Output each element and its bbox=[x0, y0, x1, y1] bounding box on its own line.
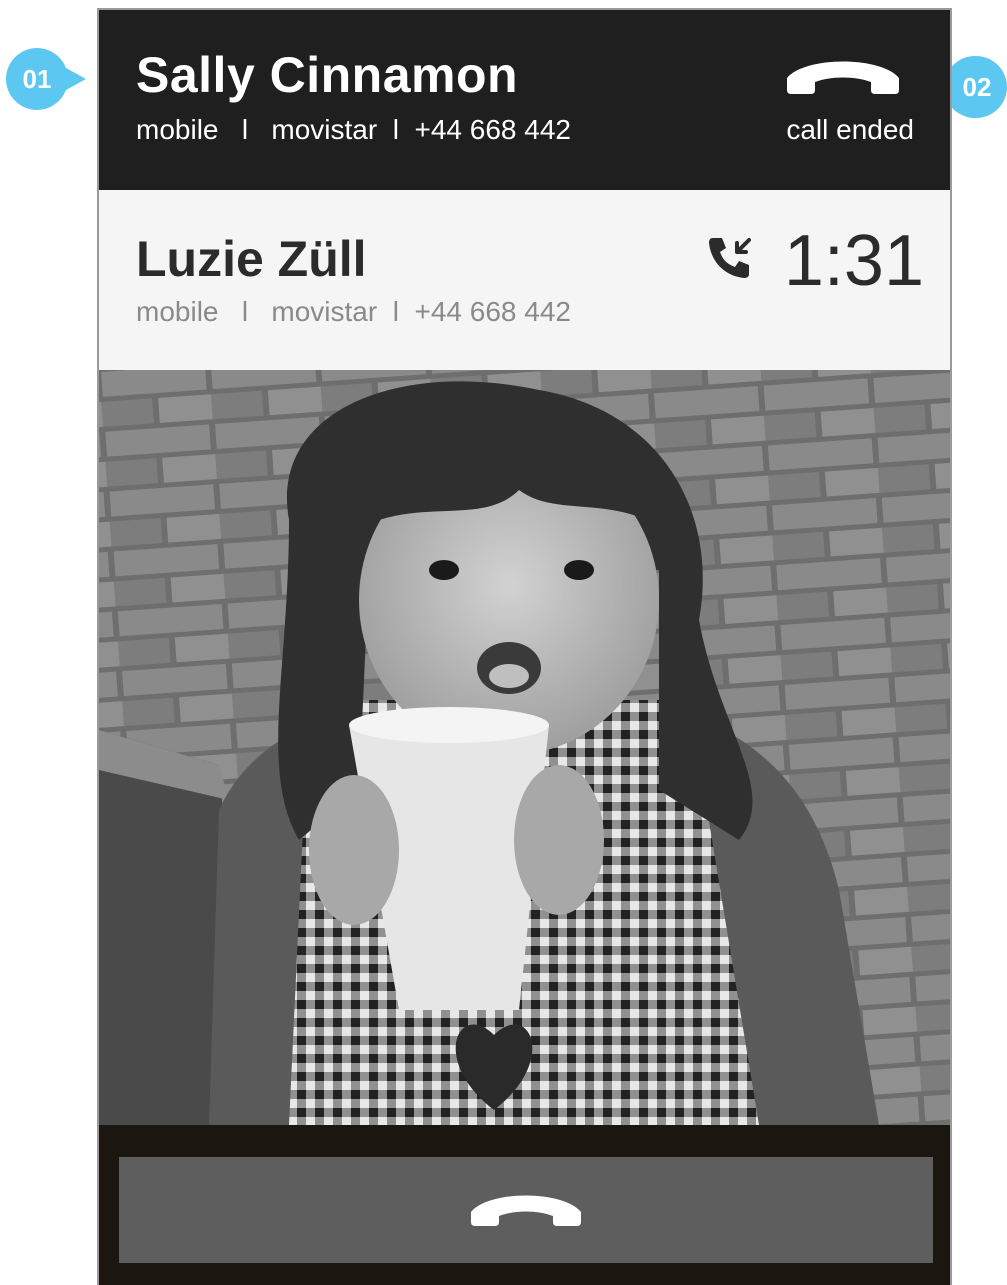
annotation-label: 02 bbox=[962, 72, 992, 102]
hangup-icon bbox=[783, 50, 903, 103]
hangup-icon bbox=[467, 1186, 585, 1235]
caller-photo bbox=[99, 370, 950, 1125]
active-call-panel: Luzie Züll mobile l movistar l +44 668 4… bbox=[99, 190, 950, 370]
annotation-badge-01: 01 bbox=[6, 48, 86, 110]
phone-screen: Sally Cinnamon mobile l movistar l +44 6… bbox=[97, 8, 952, 1285]
bottom-bar bbox=[99, 1125, 950, 1285]
ended-call-contact-name: Sally Cinnamon bbox=[136, 47, 519, 103]
active-call-contact-meta: mobile l movistar l +44 668 442 bbox=[136, 296, 571, 327]
call-duration: 1:31 bbox=[783, 221, 924, 301]
annotation-label: 01 bbox=[22, 64, 52, 94]
active-call-contact-name: Luzie Züll bbox=[136, 231, 367, 287]
call-ended-status: call ended bbox=[786, 114, 914, 145]
end-call-button[interactable] bbox=[119, 1157, 933, 1263]
ended-call-header[interactable]: Sally Cinnamon mobile l movistar l +44 6… bbox=[99, 10, 950, 190]
ended-call-contact-meta: mobile l movistar l +44 668 442 bbox=[136, 114, 571, 145]
incoming-call-icon bbox=[707, 234, 753, 285]
